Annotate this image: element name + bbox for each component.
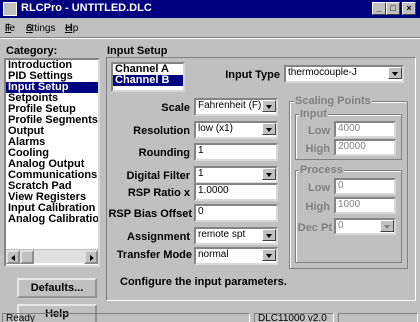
chevron-down-icon[interactable] [262, 168, 276, 180]
category-list[interactable]: Introduction PID Settings Input Setup Setpo… [4, 58, 100, 267]
scroll-right-button[interactable] [84, 250, 98, 264]
process-low-input[interactable]: 0 [334, 178, 396, 195]
dec-pt-select[interactable]: 0 [334, 218, 396, 235]
maximize-button[interactable]: □ [386, 2, 400, 15]
scaling-points-label: Scaling Points [294, 95, 372, 107]
channel-list[interactable]: Channel A Channel B [111, 62, 185, 92]
rsp-bias-label: RSP Bias Offset [108, 208, 192, 220]
input-type-select[interactable]: thermocouple-J [284, 65, 404, 83]
process-low-label: Low [308, 182, 330, 194]
scaling-low-input[interactable]: 4000 [334, 121, 396, 138]
category-item[interactable]: Analog Calibration [6, 214, 98, 225]
assignment-label: Assignment [127, 231, 190, 243]
chevron-down-icon[interactable] [262, 249, 276, 261]
transfer-mode-value: normal [198, 249, 229, 260]
resolution-value: low (x1) [198, 123, 234, 134]
menu-separator [0, 37, 420, 39]
panel-heading: Input Setup [107, 45, 168, 57]
resolution-select[interactable]: low (x1) [194, 121, 278, 139]
digital-filter-label: Digital Filter [126, 170, 190, 182]
title-bar: RLCPro - UNTITLED.DLC _ □ × [0, 0, 420, 18]
assignment-select[interactable]: remote spt [194, 227, 278, 245]
scaling-low-label: Low [308, 125, 330, 137]
defaults-button[interactable]: Defaults... [17, 278, 97, 298]
scroll-thumb[interactable] [20, 250, 34, 264]
channel-b-item[interactable]: Channel B [113, 75, 183, 86]
window-title: RLCPro - UNTITLED.DLC [21, 2, 152, 14]
dec-pt-label: Dec Pt [297, 222, 332, 234]
rounding-input[interactable]: 1 [194, 143, 278, 161]
status-ready: Ready [2, 313, 250, 322]
scaling-input-label: Input [299, 108, 328, 120]
minimize-button[interactable]: _ [372, 2, 386, 15]
hint-text: Configure the input parameters. [120, 276, 287, 288]
rounding-label: Rounding [138, 147, 190, 159]
close-button[interactable]: × [402, 2, 416, 15]
arrow-left-icon [11, 255, 15, 261]
status-extra [338, 313, 418, 322]
digital-filter-select[interactable]: 1 [194, 166, 278, 184]
chevron-down-icon[interactable] [262, 100, 276, 112]
chevron-down-icon[interactable] [380, 220, 394, 232]
rsp-ratio-label: RSP Ratio x [127, 187, 190, 199]
assignment-value: remote spt [198, 229, 246, 240]
input-type-value: thermocouple-J [288, 67, 357, 78]
chevron-down-icon[interactable] [262, 123, 276, 135]
rsp-bias-input[interactable]: 0 [194, 204, 278, 222]
chevron-down-icon[interactable] [388, 67, 402, 79]
dec-pt-value: 0 [338, 220, 344, 231]
resolution-label: Resolution [133, 125, 190, 137]
status-device: DLC11000 v2.0 [254, 313, 334, 322]
input-type-label: Input Type [225, 69, 280, 81]
scale-label: Scale [161, 102, 190, 114]
app-icon[interactable] [3, 2, 17, 16]
process-high-label: High [305, 201, 330, 213]
scroll-left-button[interactable] [6, 250, 20, 264]
chevron-down-icon[interactable] [262, 229, 276, 241]
category-label: Category: [6, 45, 58, 57]
process-high-input[interactable]: 1000 [334, 197, 396, 214]
scaling-high-input[interactable]: 20000 [334, 139, 396, 156]
rsp-ratio-input[interactable]: 1.0000 [194, 183, 278, 201]
arrow-right-icon [90, 255, 94, 261]
scale-value: Fahrenheit (F) [198, 100, 262, 111]
transfer-mode-label: Transfer Mode [116, 249, 192, 261]
menu-bar: File Settings Help [5, 23, 79, 34]
scale-select[interactable]: Fahrenheit (F) [194, 98, 278, 116]
digital-filter-value: 1 [198, 168, 204, 179]
category-hscrollbar[interactable] [6, 249, 98, 264]
scaling-process-label: Process [299, 164, 344, 176]
scaling-high-label: High [305, 143, 330, 155]
transfer-mode-select[interactable]: normal [194, 247, 278, 265]
